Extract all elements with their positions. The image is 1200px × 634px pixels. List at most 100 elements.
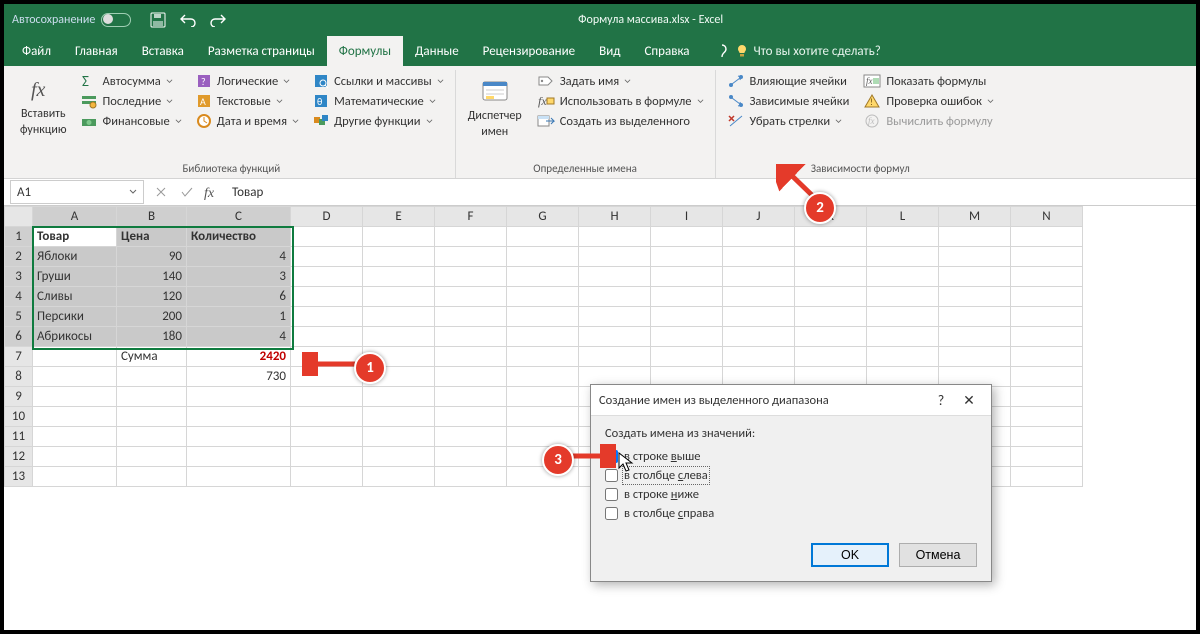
insert-function-button[interactable]: fx Вставить функцию: [14, 72, 72, 159]
cell-K6[interactable]: [795, 327, 867, 347]
cell-E11[interactable]: [363, 427, 435, 447]
cell-G10[interactable]: [507, 407, 579, 427]
dialog-option-3[interactable]: в столбце справа: [605, 504, 977, 523]
tab-insert[interactable]: Вставка: [130, 36, 196, 66]
cell-A9[interactable]: [33, 387, 117, 407]
cell-G13[interactable]: [507, 467, 579, 487]
cell-I6[interactable]: [651, 327, 723, 347]
cell-G8[interactable]: [507, 367, 579, 387]
cell-C8[interactable]: 730: [187, 367, 291, 387]
cell-E6[interactable]: [363, 327, 435, 347]
autosum-button[interactable]: ΣАвтосумма: [76, 72, 186, 90]
cell-H2[interactable]: [579, 247, 651, 267]
text-button[interactable]: AТекстовые: [191, 92, 304, 110]
cell-K5[interactable]: [795, 307, 867, 327]
cell-G2[interactable]: [507, 247, 579, 267]
col-header-H[interactable]: H: [579, 207, 651, 227]
cell-G3[interactable]: [507, 267, 579, 287]
cell-B5[interactable]: 200: [117, 307, 187, 327]
cell-M2[interactable]: [939, 247, 1011, 267]
cell-I2[interactable]: [651, 247, 723, 267]
cell-F9[interactable]: [435, 387, 507, 407]
cell-E9[interactable]: [363, 387, 435, 407]
cell-A2[interactable]: Яблоки: [33, 247, 117, 267]
cell-I4[interactable]: [651, 287, 723, 307]
cell-M5[interactable]: [939, 307, 1011, 327]
tab-layout[interactable]: Разметка страницы: [196, 36, 327, 66]
cell-A8[interactable]: [33, 367, 117, 387]
cell-G11[interactable]: [507, 427, 579, 447]
cell-D2[interactable]: [291, 247, 363, 267]
autosave-toggle[interactable]: [101, 13, 131, 27]
cell-H7[interactable]: [579, 347, 651, 367]
create-from-selection-button[interactable]: Создать из выделенного: [532, 112, 709, 130]
cell-H6[interactable]: [579, 327, 651, 347]
cell-E2[interactable]: [363, 247, 435, 267]
cell-N6[interactable]: [1011, 327, 1083, 347]
cell-H3[interactable]: [579, 267, 651, 287]
cell-I3[interactable]: [651, 267, 723, 287]
col-header-C[interactable]: C: [187, 207, 291, 227]
row-header-4[interactable]: 4: [5, 287, 33, 307]
cell-C11[interactable]: [187, 427, 291, 447]
row-header-3[interactable]: 3: [5, 267, 33, 287]
cell-G5[interactable]: [507, 307, 579, 327]
cell-A10[interactable]: [33, 407, 117, 427]
row-header-10[interactable]: 10: [5, 407, 33, 427]
cell-G1[interactable]: [507, 227, 579, 247]
cell-C5[interactable]: 1: [187, 307, 291, 327]
dialog-checkbox-2[interactable]: [605, 488, 618, 501]
cell-C1[interactable]: Количество: [187, 227, 291, 247]
more-fn-button[interactable]: Другие функции: [308, 112, 449, 130]
undo-icon[interactable]: [175, 9, 201, 31]
cell-D9[interactable]: [291, 387, 363, 407]
define-name-button[interactable]: Задать имя: [532, 72, 709, 90]
cell-F3[interactable]: [435, 267, 507, 287]
tab-data[interactable]: Данные: [403, 36, 471, 66]
cell-G6[interactable]: [507, 327, 579, 347]
lookup-button[interactable]: Ссылки и массивы: [308, 72, 449, 90]
cell-F2[interactable]: [435, 247, 507, 267]
cell-E4[interactable]: [363, 287, 435, 307]
tell-me[interactable]: Что вы хотите сделать?: [716, 36, 881, 66]
cell-C13[interactable]: [187, 467, 291, 487]
cell-K1[interactable]: [795, 227, 867, 247]
ok-button[interactable]: OK: [811, 543, 889, 567]
cell-N1[interactable]: [1011, 227, 1083, 247]
cell-A4[interactable]: Сливы: [33, 287, 117, 307]
cell-L1[interactable]: [867, 227, 939, 247]
cell-A13[interactable]: [33, 467, 117, 487]
name-box[interactable]: A1: [10, 180, 144, 204]
select-all-corner[interactable]: [5, 207, 33, 227]
cell-B8[interactable]: [117, 367, 187, 387]
save-icon[interactable]: [145, 9, 171, 31]
dialog-checkbox-3[interactable]: [605, 507, 618, 520]
dialog-checkbox-1[interactable]: [605, 469, 618, 482]
cell-D3[interactable]: [291, 267, 363, 287]
col-header-G[interactable]: G: [507, 207, 579, 227]
logical-button[interactable]: ?Логические: [191, 72, 304, 90]
cell-D10[interactable]: [291, 407, 363, 427]
cell-K2[interactable]: [795, 247, 867, 267]
cell-B10[interactable]: [117, 407, 187, 427]
cell-B11[interactable]: [117, 427, 187, 447]
row-header-8[interactable]: 8: [5, 367, 33, 387]
cell-K4[interactable]: [795, 287, 867, 307]
error-check-button[interactable]: !Проверка ошибок: [858, 92, 999, 110]
col-header-L[interactable]: L: [867, 207, 939, 227]
cell-M1[interactable]: [939, 227, 1011, 247]
cell-C7[interactable]: 2420: [187, 347, 291, 367]
trace-dependents-button[interactable]: Зависимые ячейки: [722, 92, 855, 110]
help-icon[interactable]: ?: [927, 392, 955, 409]
cell-G7[interactable]: [507, 347, 579, 367]
col-header-I[interactable]: I: [651, 207, 723, 227]
tab-home[interactable]: Главная: [63, 36, 130, 66]
cell-M7[interactable]: [939, 347, 1011, 367]
cell-A6[interactable]: Абрикосы: [33, 327, 117, 347]
cell-N2[interactable]: [1011, 247, 1083, 267]
dialog-option-2[interactable]: в строке ниже: [605, 485, 977, 504]
autosave[interactable]: Автосохранение: [12, 13, 131, 27]
close-icon[interactable]: ✕: [955, 392, 983, 409]
cell-F13[interactable]: [435, 467, 507, 487]
cell-L5[interactable]: [867, 307, 939, 327]
